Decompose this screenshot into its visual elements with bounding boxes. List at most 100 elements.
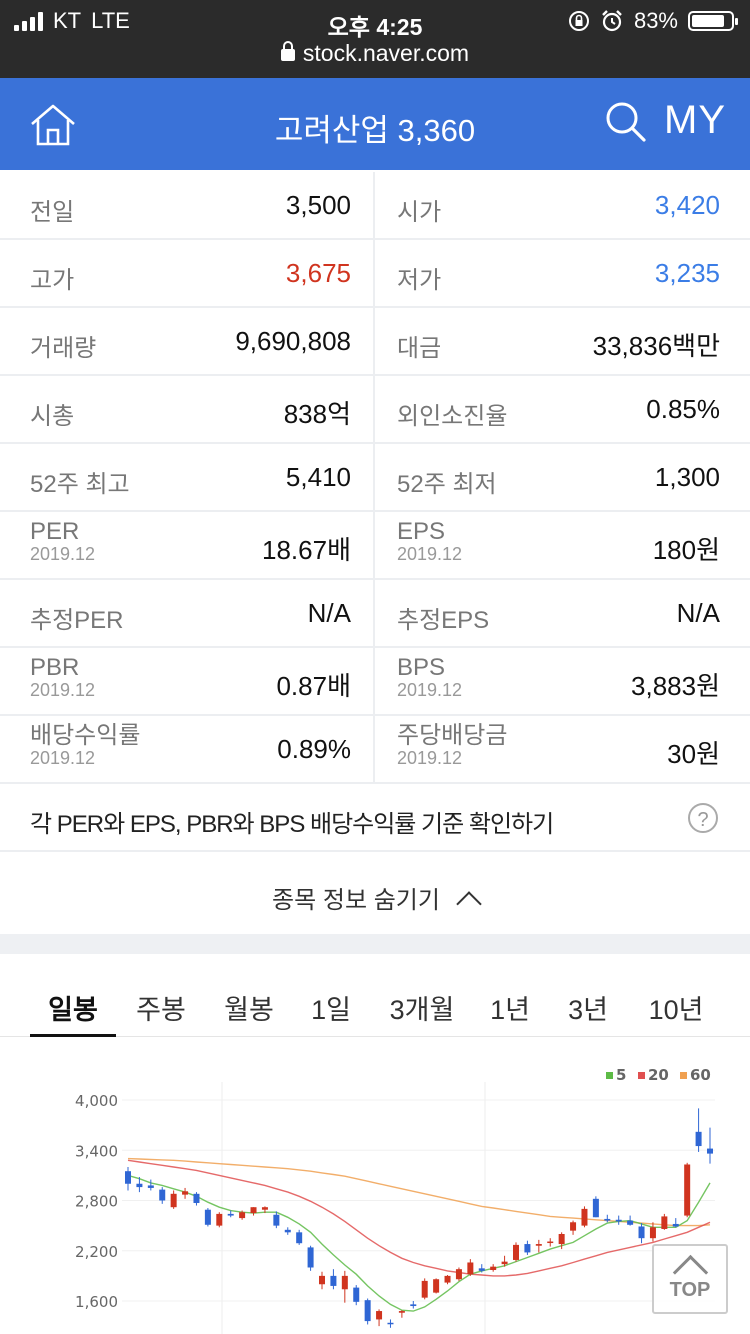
- stat-label-text: EPS: [397, 518, 446, 545]
- candle-body: [307, 1247, 314, 1268]
- stat-cell: 배당수익률 2019.12 0.89%: [0, 716, 375, 782]
- stat-label-text: 고가: [30, 267, 75, 294]
- candle-body: [421, 1280, 428, 1298]
- stat-label-text: 외인소진율: [397, 403, 508, 430]
- stat-value: 5,410: [285, 462, 351, 492]
- stat-value: 3,883원: [631, 671, 720, 701]
- my-button[interactable]: MY: [664, 98, 726, 143]
- stats-row: 거래량 9,690,808 대금 33,836백만: [0, 308, 750, 376]
- candle-body: [250, 1207, 257, 1214]
- alarm-icon: [602, 10, 622, 32]
- stat-value: N/A: [676, 598, 720, 628]
- battery-fill: [692, 15, 724, 27]
- candle-body: [125, 1171, 131, 1184]
- tab-2[interactable]: 주봉: [124, 988, 198, 1027]
- candle-body: [239, 1212, 246, 1219]
- stat-label-date: 2019.12: [30, 748, 96, 768]
- candle-body: [592, 1198, 599, 1218]
- stat-value: 180원: [652, 535, 720, 565]
- stat-label: 고가: [30, 260, 74, 295]
- tab-1[interactable]: 일봉: [30, 988, 116, 1027]
- candle-body: [535, 1244, 542, 1246]
- stat-value: 30원: [667, 739, 720, 769]
- stat-cell: BPS 2019.12 3,883원: [375, 648, 750, 714]
- hide-info-label: 종목 정보 숨기기: [272, 887, 440, 914]
- hide-info-toggle[interactable]: 종목 정보 숨기기: [0, 852, 750, 934]
- candle-body: [433, 1279, 440, 1293]
- legend-label: 5: [616, 1066, 626, 1084]
- candlestick-chart[interactable]: 4,000 3,400 2,800 2,200 1,600 5 20 60: [0, 1056, 750, 1334]
- scroll-top-button[interactable]: TOP: [652, 1244, 728, 1314]
- candle-body: [490, 1266, 497, 1271]
- stat-label-text: 배당수익률: [30, 722, 141, 749]
- legend-swatch: [680, 1072, 687, 1079]
- stat-value: 0.89%: [277, 734, 351, 764]
- status-right: 83%: [568, 8, 738, 34]
- stat-label-date: 2019.12: [397, 544, 463, 564]
- tab-6[interactable]: 1년: [480, 988, 540, 1027]
- tab-8[interactable]: 10년: [636, 988, 716, 1027]
- candle-body: [478, 1268, 485, 1271]
- candle-body: [147, 1185, 154, 1188]
- criteria-info-link[interactable]: 각 PER와 EPS, PBR와 BPS 배당수익률 기준 확인하기: [30, 804, 554, 839]
- ma60-line: [127, 1157, 711, 1227]
- candle-body: [455, 1269, 462, 1280]
- status-bar: KT LTE 오후 4:25 83% stock.naver.com: [0, 0, 750, 78]
- candle-body: [638, 1226, 645, 1239]
- stat-label-date: 2019.12: [397, 748, 463, 768]
- address-bar[interactable]: stock.naver.com: [0, 40, 750, 67]
- period-tabs: 일봉 주봉 월봉 1일 3개월 1년 3년 10년: [0, 954, 750, 1038]
- candle-body: [273, 1214, 280, 1226]
- stat-value: 9,690,808: [235, 326, 351, 356]
- tab-7[interactable]: 3년: [556, 988, 620, 1027]
- search-icon[interactable]: [604, 100, 648, 144]
- candle-body: [649, 1227, 656, 1239]
- stat-label-text: 대금: [397, 335, 442, 362]
- stat-cell: 저가 3,235: [375, 240, 750, 306]
- stat-label: EPS 2019.12: [397, 518, 463, 565]
- y-tick-label: 4,000: [75, 1092, 118, 1110]
- lock-icon: [280, 41, 295, 61]
- stat-label: 저가: [397, 260, 441, 295]
- stat-label: 대금: [397, 328, 441, 363]
- stat-cell: 추정EPS N/A: [375, 580, 750, 646]
- stats-row: PBR 2019.12 0.87배 BPS 2019.12 3,883원: [0, 648, 750, 716]
- stats-row: 배당수익률 2019.12 0.89% 주당배당금 2019.12 30원: [0, 716, 750, 784]
- candle-body: [376, 1311, 383, 1320]
- stat-cell: 전일 3,500: [0, 172, 375, 238]
- candle-body: [341, 1275, 348, 1290]
- stat-label: 52주 최저: [397, 464, 497, 499]
- y-tick-label: 2,200: [75, 1243, 118, 1261]
- stat-cell: PER 2019.12 18.67배: [0, 512, 375, 578]
- stat-label-text: 52주 최저: [397, 471, 497, 498]
- stat-label: 시가: [397, 192, 441, 227]
- stat-label-text: 거래량: [30, 335, 97, 362]
- candle-body: [398, 1311, 405, 1313]
- battery-percent: 83%: [633, 8, 678, 33]
- tab-4[interactable]: 1일: [306, 988, 356, 1027]
- stat-label: 주당배당금 2019.12: [397, 724, 507, 769]
- candle-body: [364, 1300, 371, 1322]
- stat-value: 18.67배: [262, 535, 351, 565]
- stat-label-text: PER: [30, 518, 80, 545]
- candle-body: [547, 1241, 554, 1244]
- stat-label-text: 추정EPS: [397, 607, 490, 634]
- stat-value: 1,300: [654, 462, 720, 492]
- stat-cell: 52주 최저 1,300: [375, 444, 750, 510]
- tab-5[interactable]: 3개월: [382, 988, 462, 1027]
- candle-body: [707, 1148, 713, 1154]
- candle-body: [627, 1220, 634, 1225]
- candle-body: [410, 1304, 417, 1307]
- tab-3[interactable]: 월봉: [212, 988, 286, 1027]
- stat-cell: 고가 3,675: [0, 240, 375, 306]
- stat-label: BPS 2019.12: [397, 656, 463, 701]
- candle-body: [570, 1222, 577, 1231]
- criteria-info-row[interactable]: 각 PER와 EPS, PBR와 BPS 배당수익률 기준 확인하기: [0, 786, 750, 852]
- candle-body: [558, 1234, 565, 1245]
- stat-label-date: 2019.12: [397, 680, 463, 700]
- candle-body: [193, 1193, 200, 1204]
- stat-label: 전일: [30, 192, 74, 227]
- help-icon[interactable]: ?: [688, 803, 718, 833]
- stat-value: N/A: [307, 598, 351, 628]
- url-text: stock.naver.com: [302, 40, 470, 66]
